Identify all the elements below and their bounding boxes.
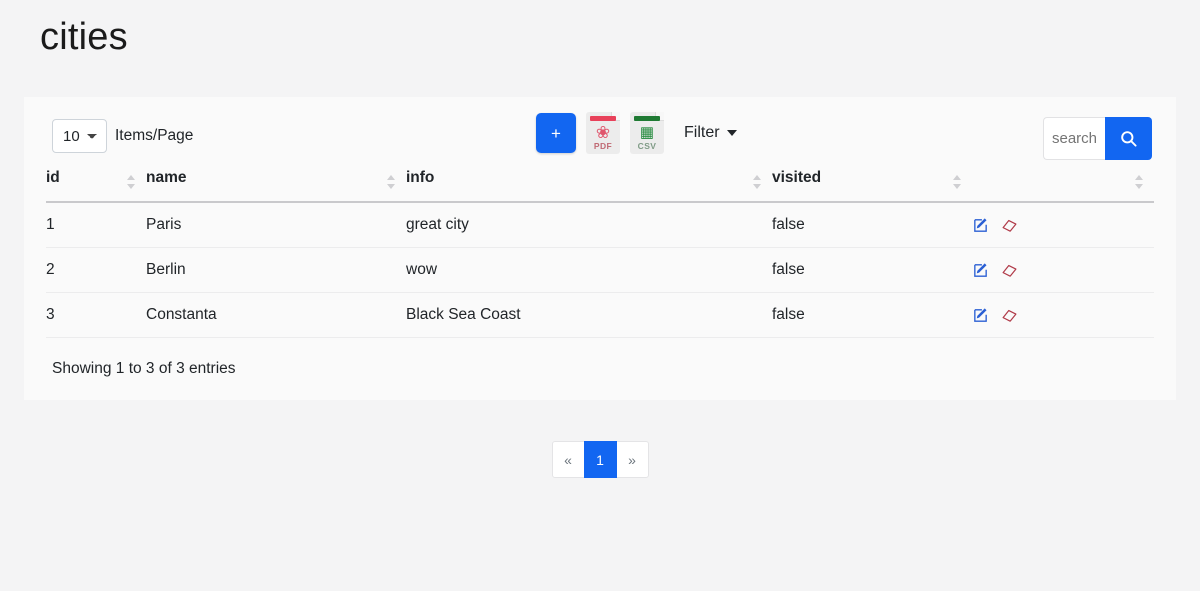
table-row: 1 Paris great city false [46, 202, 1154, 248]
cell-name: Berlin [146, 247, 406, 293]
column-header-info-label: info [406, 169, 435, 186]
cell-actions [972, 292, 1154, 338]
column-header-actions[interactable] [972, 169, 1154, 203]
delete-icon [1002, 219, 1017, 232]
pdf-label: PDF [593, 141, 613, 151]
column-header-name-label: name [146, 169, 187, 186]
page-title: cities [40, 16, 128, 58]
cell-info: Black Sea Coast [406, 292, 772, 338]
cell-visited: false [772, 202, 972, 248]
pagination-page-1[interactable]: 1 [583, 441, 617, 478]
cell-id: 3 [46, 292, 146, 338]
delete-row-button[interactable] [1001, 262, 1018, 279]
delete-row-button[interactable] [1001, 217, 1018, 234]
cell-info: great city [406, 202, 772, 248]
table-toolbar: 10 Items/Page + ❀ PDF ▦ CSV Filter [24, 97, 1176, 169]
toolbar-left-group: 10 Items/Page [52, 119, 193, 153]
sort-icon-visited[interactable] [953, 175, 962, 189]
pagination-next[interactable]: » [615, 441, 649, 478]
row-actions [972, 307, 1154, 324]
delete-row-button[interactable] [1001, 307, 1018, 324]
search-group [1043, 117, 1152, 160]
sort-icon-name[interactable] [387, 175, 396, 189]
delete-icon [1002, 264, 1017, 277]
export-csv-icon[interactable]: ▦ CSV [630, 112, 664, 154]
table-header-row: id name info visited [46, 169, 1154, 203]
csv-top-bar [634, 116, 660, 121]
search-icon [1121, 131, 1137, 147]
cell-id: 1 [46, 202, 146, 248]
cell-name: Constanta [146, 292, 406, 338]
csv-label: CSV [637, 141, 657, 151]
search-input[interactable] [1043, 117, 1105, 160]
search-button[interactable] [1105, 117, 1152, 160]
items-per-page-select[interactable]: 10 [52, 119, 107, 153]
cities-table-card: 10 Items/Page + ❀ PDF ▦ CSV Filter searc… [24, 97, 1176, 400]
column-header-id[interactable]: id [46, 169, 146, 203]
chevron-down-icon [726, 130, 737, 136]
row-actions [972, 262, 1154, 279]
cell-info: wow [406, 247, 772, 293]
export-pdf-icon[interactable]: ❀ PDF [586, 112, 620, 154]
cities-table: id name info visited 1 Paris great city … [46, 169, 1154, 338]
edit-row-button[interactable] [972, 217, 989, 234]
column-header-name[interactable]: name [146, 169, 406, 203]
column-header-visited[interactable]: visited [772, 169, 972, 203]
column-header-visited-label: visited [772, 169, 822, 186]
edit-row-button[interactable] [972, 262, 989, 279]
csv-grid-glyph: ▦ [639, 124, 655, 141]
pagination-previous[interactable]: « [551, 441, 585, 478]
row-actions [972, 217, 1154, 234]
edit-row-button[interactable] [972, 307, 989, 324]
edit-icon [974, 262, 987, 277]
add-item-button[interactable]: + [536, 113, 576, 153]
table-header: id name info visited [46, 169, 1154, 203]
sort-icon-id[interactable] [127, 175, 136, 189]
table-body: 1 Paris great city false 2 Berlin wow fa… [46, 202, 1154, 338]
column-header-info[interactable]: info [406, 169, 772, 203]
sort-icon-actions[interactable] [1135, 175, 1144, 189]
sort-icon-info[interactable] [753, 175, 762, 189]
edit-icon [974, 217, 987, 232]
cell-actions [972, 247, 1154, 293]
cell-name: Paris [146, 202, 406, 248]
filter-label: Filter [684, 124, 720, 141]
entries-summary: Showing 1 to 3 of 3 entries [52, 360, 236, 377]
edit-icon [974, 307, 987, 322]
cell-id: 2 [46, 247, 146, 293]
table-row: 2 Berlin wow false [46, 247, 1154, 293]
toolbar-center-group: + ❀ PDF ▦ CSV Filter [536, 97, 739, 169]
cell-visited: false [772, 292, 972, 338]
cell-visited: false [772, 247, 972, 293]
pdf-acrobat-glyph: ❀ [595, 123, 611, 142]
table-row: 3 Constanta Black Sea Coast false [46, 292, 1154, 338]
cell-actions [972, 202, 1154, 248]
delete-icon [1002, 309, 1017, 322]
items-per-page-label: Items/Page [115, 127, 194, 144]
pagination: « 1 » [0, 441, 1200, 478]
pdf-top-bar [590, 116, 616, 121]
filter-dropdown-button[interactable]: Filter [682, 120, 739, 146]
